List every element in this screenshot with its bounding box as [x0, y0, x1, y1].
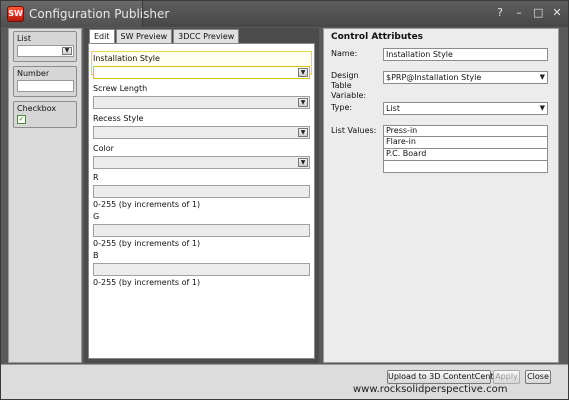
- name-label: Name:: [331, 49, 358, 58]
- palette-list-control[interactable]: List ▼: [13, 31, 77, 62]
- apply-button[interactable]: Apply: [493, 370, 520, 384]
- window-title: Configuration Publisher: [29, 7, 170, 21]
- title-bar: SW Configuration Publisher ? – □ ✕: [1, 1, 568, 27]
- minimize-icon[interactable]: –: [514, 7, 524, 19]
- type-value: List: [386, 104, 400, 113]
- tab-edit[interactable]: Edit: [89, 29, 115, 44]
- list-values-grid: Press-in Flare-in P.C. Board: [383, 125, 548, 173]
- chevron-down-icon: ▼: [539, 104, 545, 112]
- edit-canvas: Installation Style ▼ Screw Length ▼ Rece…: [88, 43, 315, 359]
- list-value-item[interactable]: [383, 161, 548, 173]
- palette-checkbox-label: Checkbox: [17, 104, 57, 113]
- tab-3dcc-preview[interactable]: 3DCC Preview: [173, 29, 240, 43]
- b-hint: 0-255 (by increments of 1): [93, 278, 201, 287]
- design-table-value: $PRP@Installation Style: [386, 73, 482, 82]
- control-attributes-title: Control Attributes: [331, 32, 424, 42]
- b-input[interactable]: [93, 263, 310, 276]
- site-watermark: www.rocksolidperspective.com: [353, 384, 508, 395]
- g-label: G: [93, 212, 100, 221]
- maximize-icon[interactable]: □: [533, 7, 543, 19]
- tab-sw-preview[interactable]: SW Preview: [115, 29, 173, 43]
- design-table-dropdown[interactable]: $PRP@Installation Style ▼: [383, 71, 548, 84]
- type-label: Type:: [331, 103, 353, 112]
- chevron-down-icon: ▼: [62, 47, 72, 55]
- g-input[interactable]: [93, 224, 310, 237]
- window-controls: ? – □ ✕: [495, 7, 562, 19]
- r-hint: 0-255 (by increments of 1): [93, 200, 201, 209]
- installation-style-dropdown[interactable]: ▼: [93, 66, 310, 79]
- solidworks-app-icon: SW: [7, 6, 24, 22]
- list-value-item[interactable]: Press-in: [383, 125, 548, 137]
- installation-style-label: Installation Style: [93, 54, 160, 63]
- chevron-down-icon: ▼: [298, 98, 308, 107]
- control-attributes-panel: Control Attributes Name: Installation St…: [323, 28, 559, 363]
- chevron-down-icon: ▼: [298, 158, 308, 167]
- list-value-item[interactable]: P.C. Board: [383, 149, 548, 161]
- palette-checkbox-control[interactable]: Checkbox ✓: [13, 101, 77, 128]
- control-palette: List ▼ Number Checkbox ✓: [8, 28, 82, 363]
- configuration-publisher-window: SW Configuration Publisher ? – □ ✕ List …: [0, 0, 569, 400]
- palette-number-input: [17, 80, 74, 92]
- recess-style-dropdown[interactable]: ▼: [93, 126, 310, 139]
- b-label: B: [93, 251, 99, 260]
- name-input[interactable]: Installation Style: [383, 48, 548, 61]
- palette-number-control[interactable]: Number: [13, 66, 77, 97]
- list-value-item[interactable]: Flare-in: [383, 137, 548, 149]
- footer-bar: Upload to 3D ContentCentral Apply Close …: [1, 364, 568, 399]
- screw-length-dropdown[interactable]: ▼: [93, 96, 310, 109]
- type-dropdown[interactable]: List ▼: [383, 102, 548, 115]
- palette-list-dropdown: ▼: [17, 45, 74, 57]
- palette-list-label: List: [17, 34, 31, 43]
- chevron-down-icon: ▼: [539, 73, 545, 81]
- recess-style-label: Recess Style: [93, 114, 144, 123]
- close-button[interactable]: Close: [525, 370, 551, 384]
- r-label: R: [93, 173, 99, 182]
- r-input[interactable]: [93, 185, 310, 198]
- help-icon[interactable]: ?: [495, 7, 505, 19]
- editor-tabs: Edit SW Preview 3DCC Preview: [89, 29, 240, 44]
- design-table-label: Design Table Variable:: [331, 71, 367, 100]
- chevron-down-icon: ▼: [298, 128, 308, 137]
- screw-length-label: Screw Length: [93, 84, 148, 93]
- chevron-down-icon: ▼: [298, 68, 308, 77]
- g-hint: 0-255 (by increments of 1): [93, 239, 201, 248]
- color-label: Color: [93, 144, 114, 153]
- palette-number-label: Number: [17, 69, 50, 78]
- color-dropdown[interactable]: ▼: [93, 156, 310, 169]
- list-values-label: List Values:: [331, 126, 377, 135]
- form-editor-panel: Edit SW Preview 3DCC Preview Installatio…: [84, 28, 319, 363]
- checkmark-icon: ✓: [17, 115, 26, 124]
- close-icon[interactable]: ✕: [552, 7, 562, 19]
- upload-button[interactable]: Upload to 3D ContentCentral: [387, 370, 504, 384]
